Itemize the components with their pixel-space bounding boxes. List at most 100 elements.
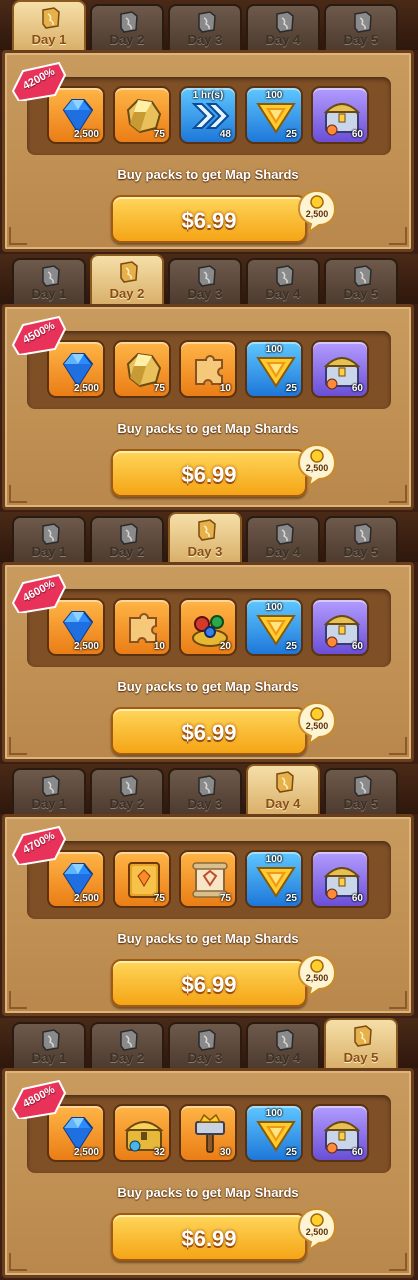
buy-button[interactable]: $6.99 xyxy=(111,707,307,755)
tab-label: Day 3 xyxy=(187,796,223,811)
tab-day-1[interactable]: Day 1 xyxy=(12,1022,86,1068)
reward-item[interactable]: 60 xyxy=(311,86,369,144)
reward-tray: 2,500 75 75 100 25 60 xyxy=(27,841,391,919)
reward-item-quantity: 60 xyxy=(351,1147,363,1158)
reward-tray: 2,500 75 10 100 25 60 xyxy=(27,331,391,409)
map-shard-icon xyxy=(352,522,374,546)
map-shard-icon xyxy=(40,774,62,798)
tab-label: Day 3 xyxy=(187,1050,223,1065)
reward-item[interactable]: 1 hr(s) 48 xyxy=(179,86,237,144)
tab-day-1[interactable]: Day 1 xyxy=(12,516,86,562)
tab-label: Day 1 xyxy=(31,796,67,811)
day-tab-bar: Day 1 Day 2 Day 3 Day 4 Day 5 xyxy=(0,1018,418,1068)
reward-item[interactable]: 100 25 xyxy=(245,86,303,144)
price-label: $6.99 xyxy=(181,1226,237,1251)
tab-day-4[interactable]: Day 4 xyxy=(246,4,320,50)
reward-item[interactable]: 10 xyxy=(113,598,171,656)
tab-day-2[interactable]: Day 2 xyxy=(90,516,164,562)
day-tab-bar: Day 1 Day 2 Day 3 Day 4 Day 5 xyxy=(0,764,418,814)
corner-ornament xyxy=(389,1253,407,1271)
tab-day-1[interactable]: Day 1 xyxy=(12,768,86,814)
bonus-badge: 4200% xyxy=(11,61,67,103)
reward-item-quantity: 20 xyxy=(219,641,231,652)
corner-ornament xyxy=(389,227,407,245)
tab-day-5[interactable]: Day 5 xyxy=(324,4,398,50)
tab-label: Day 3 xyxy=(187,544,223,559)
price-label: $6.99 xyxy=(181,208,237,233)
tab-label: Day 3 xyxy=(187,32,223,47)
tab-day-2[interactable]: Day 2 xyxy=(90,254,164,304)
reward-item[interactable]: 60 xyxy=(311,1104,369,1162)
tab-day-4[interactable]: Day 4 xyxy=(246,764,320,814)
tab-day-5[interactable]: Day 5 xyxy=(324,1018,398,1068)
tab-day-5[interactable]: Day 5 xyxy=(324,258,398,304)
reward-item-top-label: 100 xyxy=(265,90,283,101)
reward-item[interactable]: 32 xyxy=(113,1104,171,1162)
buy-button[interactable]: $6.99 xyxy=(111,195,307,243)
reward-item-quantity: 75 xyxy=(153,893,165,904)
tab-day-4[interactable]: Day 4 xyxy=(246,1022,320,1068)
reward-item[interactable]: 100 25 xyxy=(245,598,303,656)
reward-item-quantity: 25 xyxy=(285,383,297,394)
tab-label: Day 3 xyxy=(187,286,223,301)
map-shard-icon xyxy=(196,10,218,34)
map-shard-reward-quantity: 2,500 xyxy=(305,209,329,219)
corner-ornament xyxy=(9,485,27,503)
pack-section-2: Day 1 Day 2 Day 3 Day 4 Day 5 2,500 75 10 100 25 6… xyxy=(0,254,418,512)
tab-day-2[interactable]: Day 2 xyxy=(90,4,164,50)
pack-caption: Buy packs to get Map Shards xyxy=(117,931,299,946)
reward-item-quantity: 60 xyxy=(351,129,363,140)
tab-label: Day 5 xyxy=(343,1050,379,1065)
reward-item[interactable]: 60 xyxy=(311,850,369,908)
tab-label: Day 2 xyxy=(109,544,145,559)
reward-item-top-label: 100 xyxy=(265,1108,283,1119)
reward-item-quantity: 75 xyxy=(153,129,165,140)
reward-item[interactable]: 100 25 xyxy=(245,340,303,398)
reward-item[interactable]: 30 xyxy=(179,1104,237,1162)
reward-item-quantity: 2,500 xyxy=(73,129,99,140)
tab-day-2[interactable]: Day 2 xyxy=(90,768,164,814)
map-shard-icon xyxy=(40,6,62,30)
tab-label: Day 1 xyxy=(31,544,67,559)
pack-section-5: Day 1 Day 2 Day 3 Day 4 Day 5 2,500 32 30 100 25 6… xyxy=(0,1018,418,1280)
tab-label: Day 2 xyxy=(109,1050,145,1065)
reward-item-quantity: 60 xyxy=(351,641,363,652)
reward-item[interactable]: 60 xyxy=(311,340,369,398)
tab-day-4[interactable]: Day 4 xyxy=(246,258,320,304)
tab-day-5[interactable]: Day 5 xyxy=(324,516,398,562)
map-shard-icon xyxy=(274,522,296,546)
map-shard-icon xyxy=(352,264,374,288)
map-shard-icon xyxy=(118,10,140,34)
buy-button[interactable]: $6.99 xyxy=(111,959,307,1007)
reward-item[interactable]: 75 xyxy=(113,86,171,144)
reward-item[interactable]: 75 xyxy=(113,850,171,908)
reward-item[interactable]: 75 xyxy=(179,850,237,908)
buy-button[interactable]: $6.99 xyxy=(111,1213,307,1261)
reward-item-quantity: 2,500 xyxy=(73,641,99,652)
map-shard-icon xyxy=(352,774,374,798)
map-shard-icon xyxy=(40,1028,62,1052)
reward-item[interactable]: 20 xyxy=(179,598,237,656)
tab-day-1[interactable]: Day 1 xyxy=(12,0,86,50)
corner-ornament xyxy=(9,991,27,1009)
tab-day-2[interactable]: Day 2 xyxy=(90,1022,164,1068)
reward-item[interactable]: 100 25 xyxy=(245,1104,303,1162)
map-shard-icon xyxy=(352,1024,374,1048)
buy-button[interactable]: $6.99 xyxy=(111,449,307,497)
tab-day-3[interactable]: Day 3 xyxy=(168,1022,242,1068)
reward-item[interactable]: 60 xyxy=(311,598,369,656)
tab-day-3[interactable]: Day 3 xyxy=(168,4,242,50)
tab-day-3[interactable]: Day 3 xyxy=(168,258,242,304)
map-shard-icon xyxy=(118,774,140,798)
tab-day-3[interactable]: Day 3 xyxy=(168,512,242,562)
tab-day-1[interactable]: Day 1 xyxy=(12,258,86,304)
reward-item-quantity: 48 xyxy=(219,129,231,140)
reward-item[interactable]: 75 xyxy=(113,340,171,398)
reward-item[interactable]: 100 25 xyxy=(245,850,303,908)
tab-day-3[interactable]: Day 3 xyxy=(168,768,242,814)
tab-day-5[interactable]: Day 5 xyxy=(324,768,398,814)
reward-item[interactable]: 10 xyxy=(179,340,237,398)
tab-label: Day 2 xyxy=(109,796,145,811)
map-shard-reward-quantity: 2,500 xyxy=(305,463,329,473)
tab-day-4[interactable]: Day 4 xyxy=(246,516,320,562)
